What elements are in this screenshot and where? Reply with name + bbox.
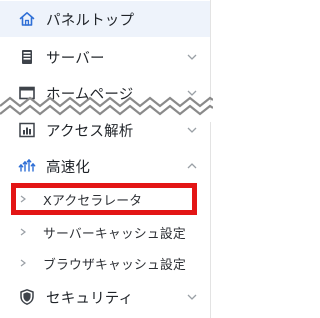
sidebar: パネルトップ サーバー ホームページ アクセス解析 高速化 Xアクセラレータ サ… bbox=[0, 0, 213, 318]
speed-arrows-icon bbox=[18, 157, 36, 175]
sidebar-item-access-analytics[interactable]: アクセス解析 bbox=[0, 112, 210, 148]
sidebar-item-label: 高速化 bbox=[46, 159, 91, 176]
home-icon bbox=[18, 10, 36, 28]
subitem-label: ブラウザキャッシュ設定 bbox=[43, 257, 186, 273]
subitem-server-cache-settings[interactable]: サーバーキャッシュ設定 bbox=[0, 217, 210, 247]
chevron-down-icon bbox=[186, 51, 198, 63]
chevron-down-icon bbox=[186, 291, 198, 303]
highlight-box bbox=[11, 183, 197, 215]
chevron-down-icon bbox=[186, 124, 198, 136]
sidebar-item-label: セキュリティ bbox=[46, 290, 134, 307]
server-icon bbox=[18, 48, 36, 66]
sidebar-item-server[interactable]: サーバー bbox=[0, 39, 210, 75]
sidebar-item-security[interactable]: セキュリティ bbox=[0, 279, 210, 315]
subitem-label: サーバーキャッシュ設定 bbox=[43, 226, 186, 242]
sidebar-item-label: サーバー bbox=[46, 50, 105, 67]
subitem-browser-cache-settings[interactable]: ブラウザキャッシュ設定 bbox=[0, 248, 210, 278]
bar-chart-icon bbox=[18, 121, 36, 139]
chevron-up-icon bbox=[186, 160, 198, 172]
sidebar-border bbox=[210, 0, 211, 318]
sidebar-item-label: アクセス解析 bbox=[46, 123, 134, 140]
chevron-right-icon bbox=[18, 258, 28, 268]
shield-icon bbox=[18, 288, 36, 306]
chevron-right-icon bbox=[18, 227, 28, 237]
sidebar-item-label: パネルトップ bbox=[46, 12, 135, 29]
sidebar-item-speedup[interactable]: 高速化 bbox=[0, 148, 210, 184]
sidebar-item-panel-top[interactable]: パネルトップ bbox=[0, 1, 210, 37]
